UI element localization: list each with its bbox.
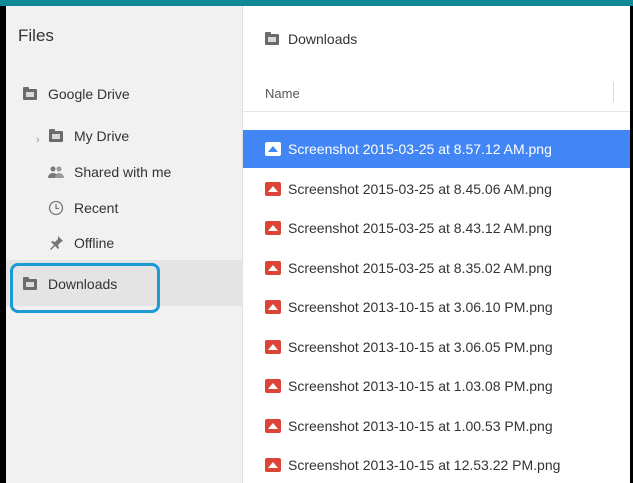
image-file-icon <box>265 458 281 472</box>
sidebar: Files Google Drive › My Drive Shared wit… <box>6 6 243 483</box>
file-row[interactable]: Screenshot 2015-03-25 at 8.45.06 AM.png <box>243 170 630 208</box>
file-list-panel: Downloads Name Screenshot 2015-03-25 at … <box>243 6 630 483</box>
drive-folder-icon <box>22 86 38 101</box>
file-name: Screenshot 2015-03-25 at 8.43.12 AM.png <box>288 220 552 236</box>
sidebar-item-offline[interactable]: Offline <box>48 235 114 251</box>
file-row[interactable]: Screenshot 2015-03-25 at 8.43.12 AM.png <box>243 209 630 247</box>
image-file-icon <box>265 339 281 354</box>
file-row[interactable]: Screenshot 2013-10-15 at 3.06.05 PM.png <box>243 328 630 366</box>
clock-icon <box>48 200 64 216</box>
breadcrumb-label: Downloads <box>288 31 358 47</box>
file-row[interactable]: Screenshot 2013-10-15 at 12.53.22 PM.png <box>243 446 630 483</box>
image-file-icon <box>265 181 281 196</box>
column-header-row: Name <box>243 73 630 112</box>
image-file-icon <box>265 379 281 393</box>
file-name: Screenshot 2015-03-25 at 8.35.02 AM.png <box>288 259 552 276</box>
file-row[interactable]: Screenshot 2015-03-25 at 8.57.12 AM.png <box>243 130 630 168</box>
sidebar-item-label: Shared with me <box>74 164 172 180</box>
shared-people-icon <box>48 165 64 179</box>
file-name: Screenshot 2013-10-15 at 3.06.10 PM.png <box>288 299 553 315</box>
file-name: Screenshot 2015-03-25 at 8.57.12 AM.png <box>288 141 552 157</box>
pin-icon <box>48 236 64 250</box>
folder-icon <box>265 31 279 45</box>
downloads-highlight-outline <box>10 263 160 313</box>
sidebar-item-recent[interactable]: Recent <box>48 200 118 216</box>
file-row[interactable]: Screenshot 2015-03-25 at 8.35.02 AM.png <box>243 249 630 287</box>
sidebar-item-shared-with-me[interactable]: Shared with me <box>48 164 171 180</box>
chevron-right-icon[interactable]: › <box>36 134 40 146</box>
sidebar-item-google-drive[interactable]: Google Drive <box>22 86 130 102</box>
sidebar-title: Files <box>18 26 54 45</box>
file-name: Screenshot 2013-10-15 at 12.53.22 PM.png <box>288 457 561 473</box>
breadcrumb[interactable]: Downloads <box>265 31 357 47</box>
image-file-icon <box>265 418 281 433</box>
sidebar-item-label: Offline <box>74 235 115 251</box>
file-name: Screenshot 2015-03-25 at 8.45.06 AM.png <box>288 180 552 197</box>
sidebar-item-label: Recent <box>74 200 119 216</box>
file-row[interactable]: Screenshot 2013-10-15 at 1.03.08 PM.png <box>243 367 630 405</box>
image-file-icon <box>265 221 281 235</box>
file-name: Screenshot 2013-10-15 at 1.03.08 PM.png <box>288 378 553 394</box>
files-app: Files Google Drive › My Drive Shared wit… <box>6 6 630 483</box>
folder-icon <box>48 128 64 143</box>
sidebar-item-my-drive[interactable]: My Drive <box>48 128 129 144</box>
column-header-name[interactable]: Name <box>265 86 300 101</box>
image-file-icon <box>265 260 281 275</box>
image-file-icon <box>265 142 281 156</box>
file-row[interactable]: Screenshot 2013-10-15 at 1.00.53 PM.png <box>243 407 630 445</box>
sidebar-item-label: Google Drive <box>48 86 130 102</box>
file-name: Screenshot 2013-10-15 at 3.06.05 PM.png <box>288 338 553 355</box>
file-row[interactable]: Screenshot 2013-10-15 at 3.06.10 PM.png <box>243 288 630 326</box>
image-file-icon <box>265 300 281 314</box>
file-name: Screenshot 2013-10-15 at 1.00.53 PM.png <box>288 417 553 434</box>
window-frame: Files Google Drive › My Drive Shared wit… <box>0 0 633 483</box>
sidebar-item-label: My Drive <box>74 128 130 144</box>
column-divider[interactable] <box>613 82 614 102</box>
